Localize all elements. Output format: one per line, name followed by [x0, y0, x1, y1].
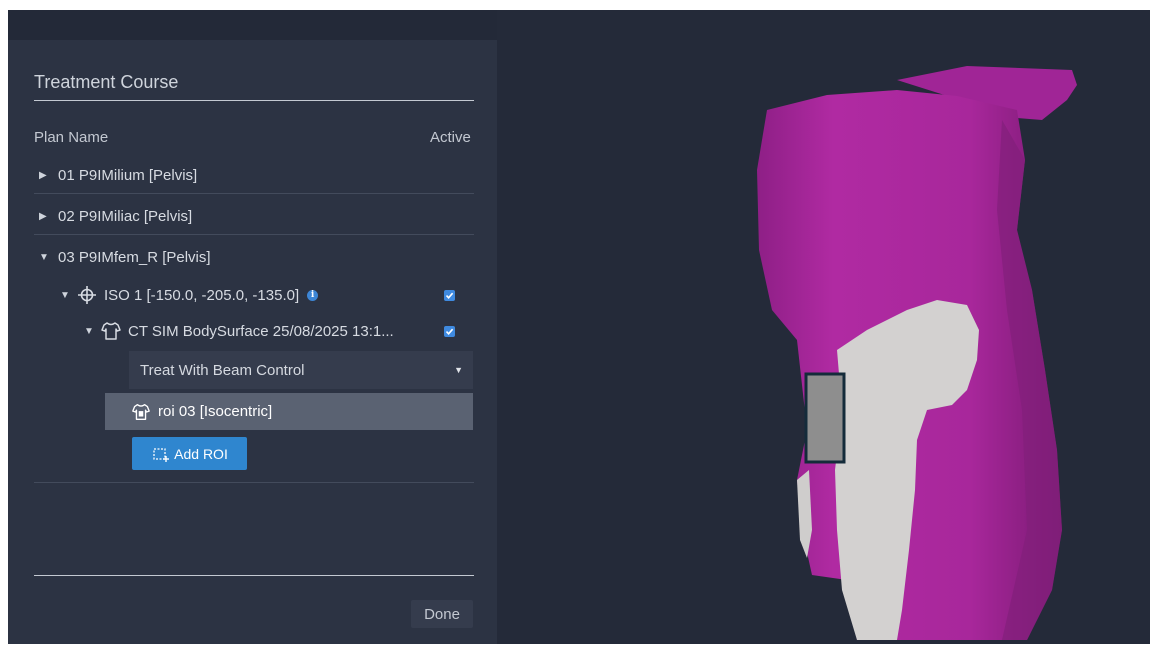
dropdown-caret-icon: ▼	[454, 365, 463, 375]
surface-row[interactable]: ▼ CT SIM BodySurface 25/08/2025 13:1...	[84, 317, 394, 345]
plan-label: 02 P9IMiliac [Pelvis]	[58, 207, 193, 225]
iso-active-checkbox[interactable]	[444, 290, 455, 301]
panel-title: Treatment Course	[34, 72, 179, 92]
section-divider	[34, 482, 474, 483]
plan-row-1[interactable]: ▶ 01 P9IMilium [Pelvis]	[34, 155, 474, 195]
roi-label: roi 03 [Isocentric]	[158, 403, 273, 420]
surface-label: CT SIM BodySurface 25/08/2025 13:1...	[128, 322, 394, 340]
body-outline-icon	[100, 320, 122, 342]
checkmark-icon	[445, 328, 454, 335]
plan-row-2[interactable]: ▶ 02 P9IMiliac [Pelvis]	[34, 196, 474, 236]
info-icon[interactable]: i	[307, 289, 319, 301]
3d-viewport[interactable]	[497, 10, 1150, 644]
surface-active-checkbox[interactable]	[444, 326, 455, 337]
app-window: Treatment Course Plan Name Active ▶ 01 P…	[8, 10, 1150, 644]
body-surface-render[interactable]	[497, 10, 1150, 644]
row-divider	[34, 234, 474, 235]
plan-label: 03 P9IMfem_R [Pelvis]	[58, 248, 211, 266]
add-roi-icon	[151, 445, 170, 463]
active-header: Active	[430, 129, 471, 146]
roi-row[interactable]: roi 03 [Isocentric]	[105, 393, 473, 430]
plan-row-3[interactable]: ▼ 03 P9IMfem_R [Pelvis]	[34, 237, 474, 277]
expand-down-icon[interactable]: ▼	[34, 252, 58, 263]
plan-label: 01 P9IMilium [Pelvis]	[58, 166, 198, 184]
footer-divider	[34, 575, 474, 576]
roi-selection-box[interactable]	[804, 372, 846, 464]
checkmark-icon	[445, 292, 454, 299]
iso-row[interactable]: ▼ ISO 1 [-150.0, -205.0, -135.0] i	[60, 281, 319, 309]
expand-right-icon[interactable]: ▶	[34, 211, 58, 222]
iso-label: ISO 1 [-150.0, -205.0, -135.0]	[104, 286, 300, 304]
crosshair-icon	[76, 284, 98, 306]
add-roi-button[interactable]: Add ROI	[132, 437, 247, 470]
add-roi-label: Add ROI	[174, 445, 228, 462]
plan-name-header: Plan Name	[34, 129, 109, 146]
roi-body-icon	[130, 401, 152, 423]
expand-down-icon[interactable]: ▼	[60, 290, 76, 301]
dropdown-value: Treat With Beam Control	[140, 361, 305, 379]
done-button[interactable]: Done	[411, 600, 473, 628]
title-divider	[34, 100, 474, 101]
expand-down-icon[interactable]: ▼	[84, 326, 100, 337]
expand-right-icon[interactable]: ▶	[34, 170, 58, 181]
treatment-mode-dropdown[interactable]: Treat With Beam Control ▼	[129, 351, 473, 389]
row-divider	[34, 193, 474, 194]
